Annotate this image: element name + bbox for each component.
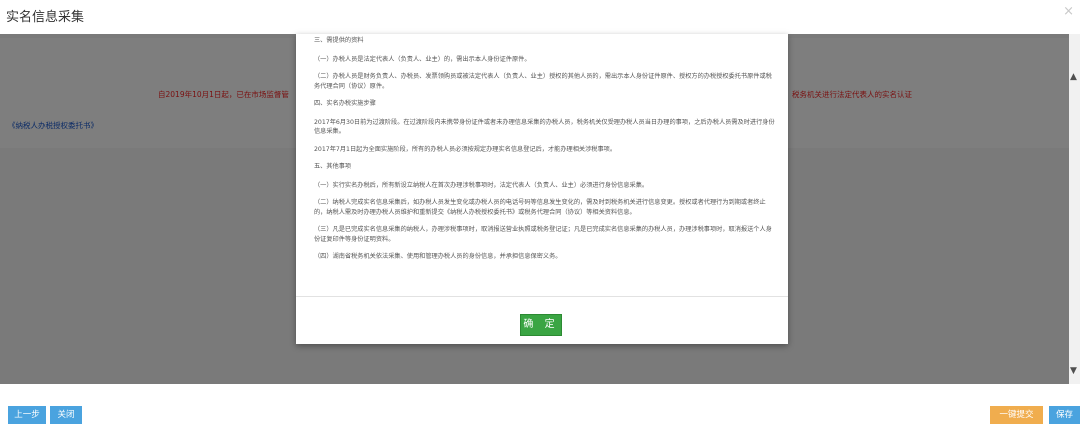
dialog-paragraph: （二）办税人员是财务负责人、办税员、发票领购员或被法定代表人（负责人、业主）授权… <box>314 73 772 90</box>
background-notice-left: 自2019年10月1日起，已在市场监督管 <box>158 90 289 99</box>
dialog-paragraph: 2017年7月1日起为全面实施阶段，所有的办税人员必须按规定办理实名信息登记后，… <box>314 145 617 153</box>
dialog-paragraph: （二）纳税人完成实名信息采集后，如办税人员发生变化或办税人员的电话号码等信息发生… <box>314 199 766 216</box>
window-title: 实名信息采集 <box>6 10 85 25</box>
footer-toolbar: 上一步 关闭 一键提交 保存 <box>0 384 1080 431</box>
page-scrollbar[interactable]: ▲ ▼ <box>1069 34 1080 384</box>
background-authorization-link: 《纳税人办税授权委托书》 <box>8 121 98 130</box>
previous-step-button[interactable]: 上一步 <box>8 406 46 424</box>
close-icon[interactable]: × <box>1063 4 1074 19</box>
section-heading: 五、其他事项 <box>314 163 352 170</box>
window-titlebar: 实名信息采集 × <box>0 0 1080 34</box>
section-heading: 四、实名办税实施步骤 <box>314 100 376 107</box>
close-button[interactable]: 关闭 <box>50 406 82 424</box>
confirm-button[interactable]: 确 定 <box>520 314 562 336</box>
dialog-body: 三、需提供的资料 （一）办税人员是法定代表人（负责人、业主）的，需出示本人身份证… <box>314 36 776 296</box>
one-click-submit-button[interactable]: 一键提交 <box>990 406 1043 424</box>
section-heading: 三、需提供的资料 <box>314 37 364 44</box>
scroll-down-icon[interactable]: ▼ <box>1070 366 1077 376</box>
dialog-divider <box>296 296 788 297</box>
dialog-paragraph: （三）凡是已完成实名信息采集的纳税人，办理涉税事项时，取消报送营业执照或税务登记… <box>314 226 772 243</box>
dialog-paragraph: （一）实行实名办税后，所有新设立纳税人在首次办理涉税事项时，法定代表人（负责人、… <box>314 181 649 189</box>
dialog-paragraph: （四）湖南省税务机关依法采集、使用和管理办税人员的身份信息，并承担信息保密义务。 <box>314 253 562 260</box>
save-button[interactable]: 保存 <box>1049 406 1080 424</box>
dialog-paragraph: 2017年6月30日前为过渡阶段。在过渡阶段内未携带身份证件或者未办理信息采集的… <box>314 118 775 136</box>
scroll-up-icon[interactable]: ▲ <box>1070 72 1077 82</box>
info-dialog: 三、需提供的资料 （一）办税人员是法定代表人（负责人、业主）的，需出示本人身份证… <box>296 34 788 344</box>
dialog-paragraph: （一）办税人员是法定代表人（负责人、业主）的，需出示本人身份证件原件。 <box>314 55 531 63</box>
background-notice-right: 税务机关进行法定代表人的实名认证 <box>792 90 912 99</box>
